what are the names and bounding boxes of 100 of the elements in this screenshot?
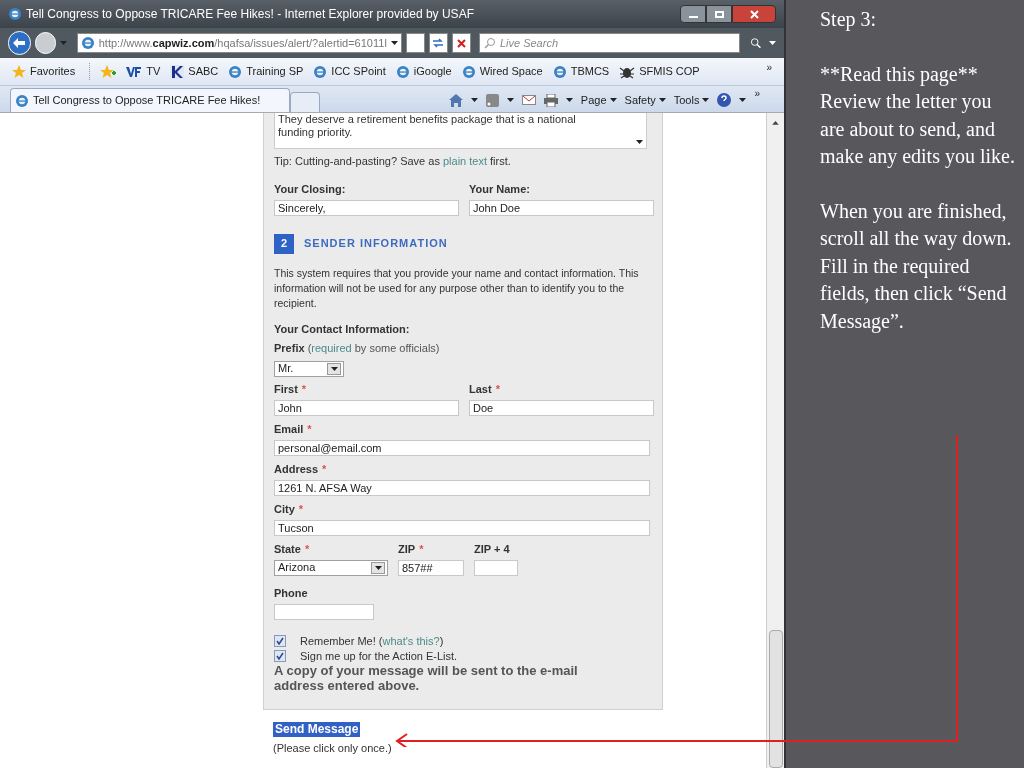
back-button[interactable] [8, 31, 31, 55]
required-asterisk: * [298, 501, 304, 516]
left-arrow-icon [13, 38, 26, 48]
printer-icon[interactable] [543, 93, 558, 107]
state-label: State [274, 541, 301, 556]
command-menu[interactable]: Safety [624, 91, 666, 109]
search-icon[interactable] [749, 37, 761, 49]
required-asterisk: * [304, 541, 310, 556]
refresh-button[interactable] [428, 33, 448, 53]
compatibility-button[interactable] [405, 33, 425, 53]
closing-label: Your Closing: [274, 181, 346, 196]
caret-icon [470, 98, 478, 102]
phone-label: Phone [274, 585, 308, 600]
feed-icon[interactable] [485, 93, 499, 107]
forward-button[interactable] [34, 32, 56, 54]
home-icon[interactable] [448, 93, 463, 107]
intro-text: This system requires that you provide your name and contact information. This information will not be used for any purpose other than to identify you to the recipient. [274, 265, 640, 311]
address-label: Address [274, 461, 319, 476]
send-message-button[interactable]: Send Message [273, 721, 361, 737]
zip-field[interactable]: 857## [398, 559, 464, 576]
checkbox[interactable] [274, 634, 286, 647]
address-bar[interactable]: http://www.capwiz.com/hqafsa/issues/alert/?alertid=61011l [76, 33, 402, 53]
globe-e-icon [8, 7, 22, 21]
up-arrow-icon[interactable] [772, 121, 779, 125]
last-name-field[interactable]: Doe [469, 399, 654, 416]
zip4-label: ZIP + 4 [474, 541, 510, 556]
zip-label: ZIP [398, 541, 416, 556]
closing-field[interactable]: Sincerely, [274, 199, 459, 216]
caret-icon [609, 98, 617, 102]
window-title: Tell Congress to Oppose TRICARE Fee Hikes! - Internet Explorer provided by USAF [26, 6, 474, 23]
globe-e-icon [80, 36, 95, 50]
star-icon [12, 64, 26, 79]
message-text: They deserve a retirement benefits package that is a national [278, 113, 577, 126]
search-field[interactable]: Live Search [478, 33, 740, 53]
favorites-button[interactable]: Favorites [12, 63, 91, 80]
caret-icon [506, 98, 514, 102]
plain-text-link[interactable]: plain text [442, 155, 487, 167]
scrollbar[interactable] [766, 113, 784, 768]
city-field[interactable]: Tucson [274, 519, 650, 536]
favorites-link[interactable]: ICC SPoint [313, 63, 386, 80]
name-label: Your Name: [469, 181, 530, 196]
name-field[interactable]: John Doe [469, 199, 654, 216]
instruction-text: **Read this page** [820, 61, 979, 88]
command-menu[interactable]: Page [580, 91, 617, 109]
mail-icon[interactable] [521, 95, 536, 105]
caret-icon [565, 98, 573, 102]
favorites-link[interactable]: SFMIS COP [619, 63, 700, 80]
globe-e-icon [395, 64, 410, 79]
stop-button[interactable] [451, 33, 471, 53]
address-field[interactable]: 1261 N. AFSA Way [274, 479, 650, 496]
email-field[interactable]: personal@email.com [274, 439, 650, 456]
more-commands-button[interactable]: » [754, 86, 760, 101]
caret-icon [769, 41, 776, 45]
close-icon [749, 9, 759, 19]
dropdown[interactable]: Arizona [274, 559, 388, 576]
more-favorites-button[interactable]: » [766, 60, 772, 75]
phone-field[interactable] [274, 603, 374, 620]
caret-icon [739, 98, 747, 102]
checkbox[interactable] [274, 649, 286, 662]
globe-e-icon [461, 64, 476, 79]
command-menu[interactable]: Tools [673, 91, 710, 109]
message-textarea[interactable]: They deserve a retirement benefits package that is a national funding priority. [274, 113, 647, 149]
maximize-button[interactable] [706, 5, 732, 23]
instruction-text: Review the letter you are about to send, and make any edits you like. [820, 89, 1016, 170]
favorites-link[interactable]: TBMCS [552, 63, 610, 80]
favorites-link[interactable]: SABC [170, 63, 219, 80]
help-icon[interactable] [717, 93, 732, 107]
caret-icon [330, 366, 338, 371]
required-asterisk: * [307, 421, 312, 436]
section-title: SENDER INFORMATION [304, 236, 448, 252]
dropdown[interactable]: Mr. [274, 360, 344, 377]
globe-e-icon [15, 93, 29, 108]
favorites-link[interactable]: TV [126, 63, 161, 80]
first-name-field[interactable]: John [274, 399, 459, 416]
globe-e-icon [552, 64, 567, 79]
browser-tab[interactable]: Tell Congress to Oppose TRICARE Fee Hikes! [10, 88, 290, 112]
vf-logo-icon [126, 65, 143, 78]
favorites-link[interactable]: iGoogle [395, 63, 452, 80]
add-favorite-icon[interactable] [100, 64, 117, 79]
instruction-text: When you are finished, scroll all the way down. [820, 198, 1013, 252]
checkbox-label: Sign me up for the Action E-List. [300, 648, 458, 663]
caret-icon [374, 565, 382, 570]
refresh-icon [432, 38, 445, 48]
last-label: Last [469, 381, 492, 396]
required-asterisk: * [322, 461, 327, 476]
required-asterisk: * [495, 381, 500, 396]
scrollbar-thumb[interactable] [768, 629, 783, 768]
email-label: Email [274, 421, 304, 436]
favorites-link[interactable]: Training SP [228, 63, 304, 80]
prefix-label: Prefix (required by some officials) [274, 341, 441, 356]
caret-icon [390, 41, 398, 45]
caret-icon [702, 98, 710, 102]
minimize-button[interactable] [680, 5, 706, 23]
zip4-field[interactable] [474, 559, 518, 576]
close-button[interactable] [732, 5, 776, 23]
favorites-link[interactable]: Wired Space [461, 63, 543, 80]
checkbox-label: Remember Me! (what's this?) [300, 633, 444, 648]
caret-icon [658, 98, 666, 102]
message-text: funding priority. [278, 126, 354, 139]
city-label: City [274, 501, 295, 516]
